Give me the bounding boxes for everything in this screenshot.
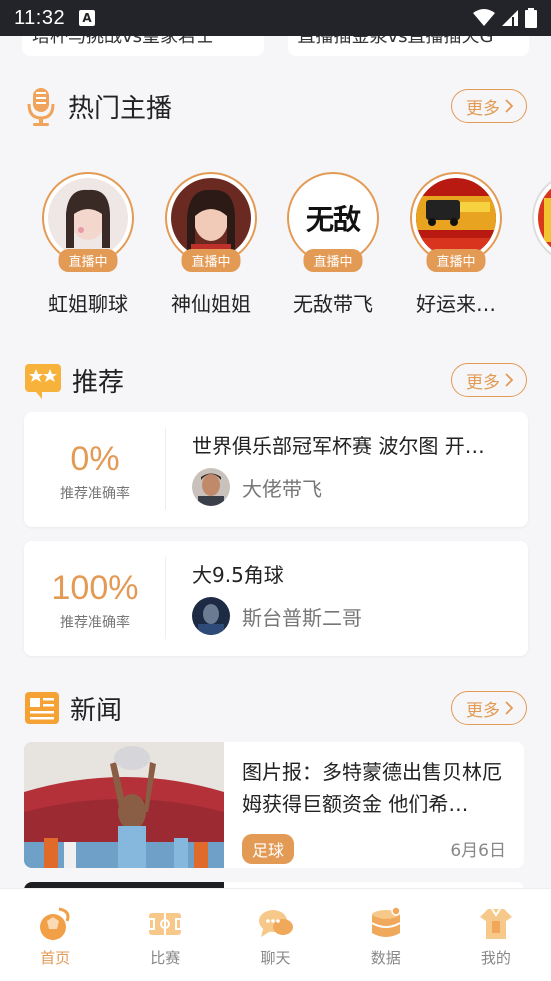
recommend-title-text: 大9.5角球 bbox=[192, 563, 284, 587]
recommend-card[interactable]: 0% 推荐准确率 世界俱乐部冠军杯赛 波尔图 开… 大佬带飞 bbox=[24, 412, 528, 527]
tab-label: 数据 bbox=[370, 949, 401, 967]
signal-icon bbox=[502, 10, 518, 26]
live-badge: 直播中 bbox=[303, 249, 363, 272]
hot-anchors-list: 直播中 虹姐聊球 直播中 神仙姐姐 无敌 直播中 无敌带飞 直播中 好运来… 财… bbox=[0, 172, 551, 322]
news-tag: 足球 bbox=[242, 834, 295, 864]
anchor-item[interactable]: 直播中 神仙姐姐 bbox=[150, 172, 272, 317]
newspaper-icon bbox=[25, 692, 59, 724]
tab-label: 首页 bbox=[40, 949, 71, 967]
accuracy-block: 100% 推荐准确率 bbox=[24, 541, 166, 656]
more-label: 更多 bbox=[466, 700, 500, 721]
anchor-name: 财神 bbox=[517, 288, 551, 317]
anchor-item[interactable]: 无敌 直播中 无敌带飞 bbox=[272, 172, 394, 317]
news-image bbox=[24, 742, 224, 868]
match-icon bbox=[148, 913, 183, 935]
anchor-item[interactable]: 财神 bbox=[517, 172, 551, 317]
hot-anchors-header: 热门主播 更多 bbox=[24, 86, 527, 126]
divider bbox=[165, 428, 166, 510]
live-badge: 直播中 bbox=[181, 249, 241, 272]
accuracy-label: 推荐准确率 bbox=[60, 486, 130, 502]
avatar: 直播中 bbox=[165, 172, 257, 272]
chat-icon bbox=[258, 910, 293, 937]
recommend-more-button[interactable]: 更多 bbox=[451, 363, 527, 397]
tab-data[interactable]: 数据 bbox=[331, 889, 441, 981]
status-time: 11:32 bbox=[14, 6, 66, 29]
recommend-user-name: 斯台普斯二哥 bbox=[242, 605, 362, 630]
notification-a-icon: A bbox=[79, 10, 96, 26]
more-label: 更多 bbox=[466, 372, 500, 393]
accuracy-block: 0% 推荐准确率 bbox=[24, 412, 166, 527]
tab-chat[interactable]: 聊天 bbox=[220, 889, 330, 981]
recommend-title-text: 世界俱乐部冠军杯赛 波尔图 开… bbox=[192, 434, 485, 458]
battery-icon bbox=[525, 8, 537, 28]
status-icons bbox=[473, 8, 537, 28]
news-header: 新闻 更多 bbox=[24, 688, 527, 728]
avatar-text: 无敌 bbox=[305, 203, 361, 236]
tab-match[interactable]: 比赛 bbox=[110, 889, 220, 981]
news-headline: 图片报：多特蒙德出售贝林厄姆获得巨额资金 他们希… bbox=[242, 760, 502, 816]
hot-anchors-title: 热门主播 bbox=[68, 93, 173, 124]
recommend-user: 大佬带飞 bbox=[192, 468, 322, 506]
avatar: 无敌 直播中 bbox=[287, 172, 379, 272]
anchor-item[interactable]: 直播中 好运来… bbox=[395, 172, 517, 317]
wifi-icon bbox=[473, 9, 495, 26]
tab-home[interactable]: 首页 bbox=[0, 889, 110, 981]
avatar bbox=[532, 172, 551, 264]
recommend-card[interactable]: 100% 推荐准确率 大9.5角球 斯台普斯二哥 bbox=[24, 541, 528, 656]
data-icon bbox=[371, 907, 401, 937]
chevron-right-icon bbox=[505, 99, 514, 113]
news-date: 6月6日 bbox=[450, 841, 506, 861]
home-icon bbox=[40, 907, 70, 940]
divider bbox=[165, 557, 166, 639]
anchor-name: 神仙姐姐 bbox=[171, 292, 251, 316]
anchor-item[interactable]: 直播中 虹姐聊球 bbox=[27, 172, 149, 317]
chevron-right-icon bbox=[505, 373, 514, 387]
more-label: 更多 bbox=[466, 98, 500, 119]
chevron-right-icon bbox=[505, 701, 514, 715]
anchor-name: 虹姐聊球 bbox=[48, 292, 128, 316]
recommend-header: 推荐 更多 bbox=[24, 360, 527, 400]
avatar bbox=[192, 468, 230, 506]
profile-icon bbox=[479, 908, 512, 939]
hot-anchors-more-button[interactable]: 更多 bbox=[451, 89, 527, 123]
avatar bbox=[192, 597, 230, 635]
anchor-name: 好运来… bbox=[416, 292, 496, 316]
tab-label: 我的 bbox=[480, 949, 511, 967]
avatar: 直播中 bbox=[42, 172, 134, 272]
avatar: 直播中 bbox=[410, 172, 502, 272]
accuracy-label: 推荐准确率 bbox=[60, 615, 130, 631]
microphone-icon bbox=[27, 88, 55, 126]
bottom-tab-bar: 首页 比赛 聊天 数据 我的 bbox=[0, 888, 551, 981]
live-badge: 直播中 bbox=[58, 249, 118, 272]
accuracy-value: 100% bbox=[51, 569, 139, 607]
status-bar: 11:32 A bbox=[0, 0, 551, 36]
tab-label: 聊天 bbox=[260, 949, 291, 967]
recommend-title: 推荐 bbox=[72, 367, 125, 398]
recommend-user: 斯台普斯二哥 bbox=[192, 597, 362, 635]
recommend-user-name: 大佬带飞 bbox=[242, 476, 322, 501]
tab-label: 比赛 bbox=[150, 949, 181, 967]
news-more-button[interactable]: 更多 bbox=[451, 691, 527, 725]
stars-icon bbox=[25, 364, 61, 399]
live-badge: 直播中 bbox=[426, 249, 486, 272]
news-title: 新闻 bbox=[70, 695, 123, 726]
accuracy-value: 0% bbox=[70, 440, 120, 478]
tab-profile[interactable]: 我的 bbox=[441, 889, 551, 981]
news-card[interactable]: 图片报：多特蒙德出售贝林厄姆获得巨额资金 他们希… 足球 6月6日 bbox=[24, 742, 524, 868]
anchor-name: 无敌带飞 bbox=[293, 292, 373, 316]
